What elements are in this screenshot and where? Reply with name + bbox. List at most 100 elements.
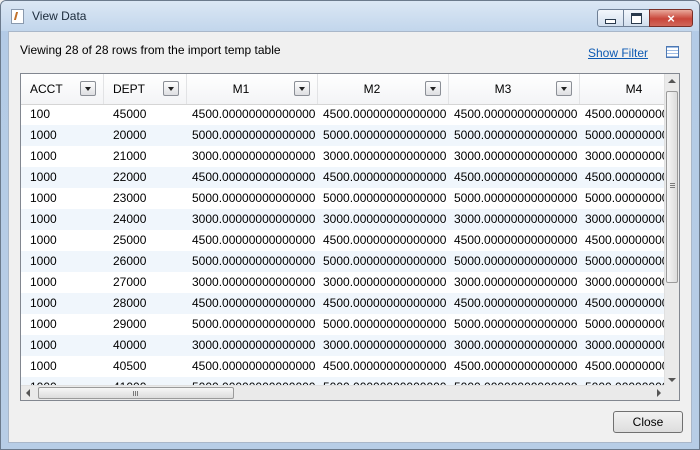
column-header-dept[interactable]: DEPT bbox=[104, 74, 187, 104]
table-row[interactable]: 100 45000 4500.00000000000000 4500.00000000… bbox=[21, 104, 666, 125]
horizontal-scrollbar[interactable] bbox=[21, 385, 666, 400]
scroll-right-icon[interactable] bbox=[657, 389, 661, 397]
horizontal-scroll-thumb[interactable] bbox=[38, 387, 234, 399]
cell-acct: 1000 bbox=[30, 296, 57, 310]
cell-m2: 4500.00000000000000 bbox=[323, 233, 447, 247]
window-controls: × bbox=[597, 9, 693, 27]
close-window-button[interactable]: × bbox=[649, 9, 693, 27]
column-header-label: ACCT bbox=[30, 82, 63, 96]
cell-dept: 40500 bbox=[113, 359, 147, 373]
title-bar[interactable]: View Data × bbox=[1, 1, 699, 31]
cell-m1: 4500.00000000000000 bbox=[192, 359, 316, 373]
table-row[interactable]: 1000 28000 4500.00000000000000 4500.0000000… bbox=[21, 293, 666, 314]
cell-dept: 27000 bbox=[113, 275, 147, 289]
cell-m1: 4500.00000000000000 bbox=[192, 296, 316, 310]
table-row[interactable]: 1000 23000 5000.00000000000000 5000.0000000… bbox=[21, 188, 666, 209]
scroll-down-icon[interactable] bbox=[668, 378, 676, 382]
cell-m4: 3000.00000000000000 bbox=[585, 212, 666, 226]
table-row[interactable]: 1000 29000 5000.00000000000000 5000.0000000… bbox=[21, 314, 666, 335]
cell-dept: 21000 bbox=[113, 149, 147, 163]
column-header-m3[interactable]: M3 bbox=[449, 74, 580, 104]
scroll-left-icon[interactable] bbox=[26, 389, 30, 397]
cell-m1: 3000.00000000000000 bbox=[192, 212, 316, 226]
table-row[interactable]: 1000 25000 4500.00000000000000 4500.0000000… bbox=[21, 230, 666, 251]
cell-m4: 3000.00000000000000 bbox=[585, 275, 666, 289]
data-grid: ACCT DEPT M1 M2 M3 M4 100 45000 4500.0000000000… bbox=[20, 73, 680, 401]
cell-acct: 1000 bbox=[30, 149, 57, 163]
cell-dept: 23000 bbox=[113, 191, 147, 205]
close-button[interactable]: Close bbox=[613, 411, 683, 433]
filter-dropdown-icon[interactable] bbox=[294, 81, 310, 96]
table-row[interactable]: 1000 27000 3000.00000000000000 3000.0000000… bbox=[21, 272, 666, 293]
cell-m2: 5000.00000000000000 bbox=[323, 254, 447, 268]
cell-acct: 1000 bbox=[30, 233, 57, 247]
show-filter-link[interactable]: Show Filter bbox=[588, 46, 648, 60]
vertical-scrollbar[interactable] bbox=[664, 74, 679, 387]
cell-acct: 1000 bbox=[30, 338, 57, 352]
cell-acct: 1000 bbox=[30, 275, 57, 289]
filter-dropdown-icon[interactable] bbox=[163, 81, 179, 96]
maximize-button[interactable] bbox=[623, 9, 650, 27]
cell-dept: 20000 bbox=[113, 128, 147, 142]
cell-m1: 4500.00000000000000 bbox=[192, 233, 316, 247]
filter-dropdown-icon[interactable] bbox=[425, 81, 441, 96]
cell-m4: 4500.00000000000000 bbox=[585, 233, 666, 247]
column-header-m1[interactable]: M1 bbox=[187, 74, 318, 104]
column-header-m4[interactable]: M4 bbox=[580, 74, 666, 104]
cell-m1: 3000.00000000000000 bbox=[192, 275, 316, 289]
cell-m3: 5000.00000000000000 bbox=[454, 128, 578, 142]
app-icon bbox=[11, 9, 24, 24]
cell-m3: 4500.00000000000000 bbox=[454, 170, 578, 184]
cell-acct: 1000 bbox=[30, 128, 57, 142]
scroll-up-icon[interactable] bbox=[668, 79, 676, 83]
table-row[interactable]: 1000 26000 5000.00000000000000 5000.0000000… bbox=[21, 251, 666, 272]
filter-dropdown-icon[interactable] bbox=[80, 81, 96, 96]
minimize-icon bbox=[605, 18, 616, 24]
cell-m4: 4500.00000000000000 bbox=[585, 296, 666, 310]
column-header-acct[interactable]: ACCT bbox=[21, 74, 104, 104]
column-header-m2[interactable]: M2 bbox=[318, 74, 449, 104]
table-row[interactable]: 1000 24000 3000.00000000000000 3000.0000000… bbox=[21, 209, 666, 230]
cell-m4: 4500.00000000000000 bbox=[585, 170, 666, 184]
cell-m4: 5000.00000000000000 bbox=[585, 254, 666, 268]
dialog-body: Viewing 28 of 28 rows from the import te… bbox=[8, 31, 692, 443]
cell-acct: 1000 bbox=[30, 170, 57, 184]
table-row[interactable]: 1000 20000 5000.00000000000000 5000.0000000… bbox=[21, 125, 666, 146]
cell-m2: 4500.00000000000000 bbox=[323, 296, 447, 310]
cell-dept: 45000 bbox=[113, 107, 147, 121]
cell-acct: 1000 bbox=[30, 317, 57, 331]
cell-acct: 100 bbox=[30, 107, 51, 121]
table-row[interactable]: 1000 22000 4500.00000000000000 4500.0000000… bbox=[21, 167, 666, 188]
grid-rows: 100 45000 4500.00000000000000 4500.00000000… bbox=[21, 104, 666, 387]
grid-viewport: ACCT DEPT M1 M2 M3 M4 100 45000 4500.0000000000… bbox=[21, 74, 666, 387]
cell-m1: 3000.00000000000000 bbox=[192, 149, 316, 163]
maximize-icon bbox=[631, 12, 642, 24]
cell-acct: 1000 bbox=[30, 254, 57, 268]
cell-m3: 3000.00000000000000 bbox=[454, 149, 578, 163]
cell-m2: 5000.00000000000000 bbox=[323, 128, 447, 142]
cell-m3: 4500.00000000000000 bbox=[454, 296, 578, 310]
row-count-text: Viewing 28 of 28 rows from the import te… bbox=[20, 43, 281, 57]
grid-options-icon[interactable] bbox=[666, 46, 679, 58]
cell-acct: 1000 bbox=[30, 359, 57, 373]
vertical-scroll-thumb[interactable] bbox=[666, 91, 678, 283]
table-row[interactable]: 1000 40500 4500.00000000000000 4500.0000000… bbox=[21, 356, 666, 377]
filter-dropdown-icon[interactable] bbox=[556, 81, 572, 96]
column-header-label: M1 bbox=[232, 82, 250, 96]
cell-m3: 5000.00000000000000 bbox=[454, 317, 578, 331]
cell-m2: 5000.00000000000000 bbox=[323, 317, 447, 331]
cell-dept: 22000 bbox=[113, 170, 147, 184]
cell-m2: 3000.00000000000000 bbox=[323, 212, 447, 226]
column-header-label: M2 bbox=[363, 82, 381, 96]
cell-dept: 26000 bbox=[113, 254, 147, 268]
cell-m2: 5000.00000000000000 bbox=[323, 191, 447, 205]
window-title: View Data bbox=[32, 9, 87, 23]
cell-m4: 3000.00000000000000 bbox=[585, 338, 666, 352]
minimize-button[interactable] bbox=[597, 9, 624, 27]
table-row[interactable]: 1000 21000 3000.00000000000000 3000.0000000… bbox=[21, 146, 666, 167]
grid-header: ACCT DEPT M1 M2 M3 M4 bbox=[21, 74, 666, 105]
table-row[interactable]: 1000 40000 3000.00000000000000 3000.0000000… bbox=[21, 335, 666, 356]
column-header-label: DEPT bbox=[113, 82, 146, 96]
scroll-corner bbox=[664, 385, 679, 400]
cell-m1: 5000.00000000000000 bbox=[192, 128, 316, 142]
